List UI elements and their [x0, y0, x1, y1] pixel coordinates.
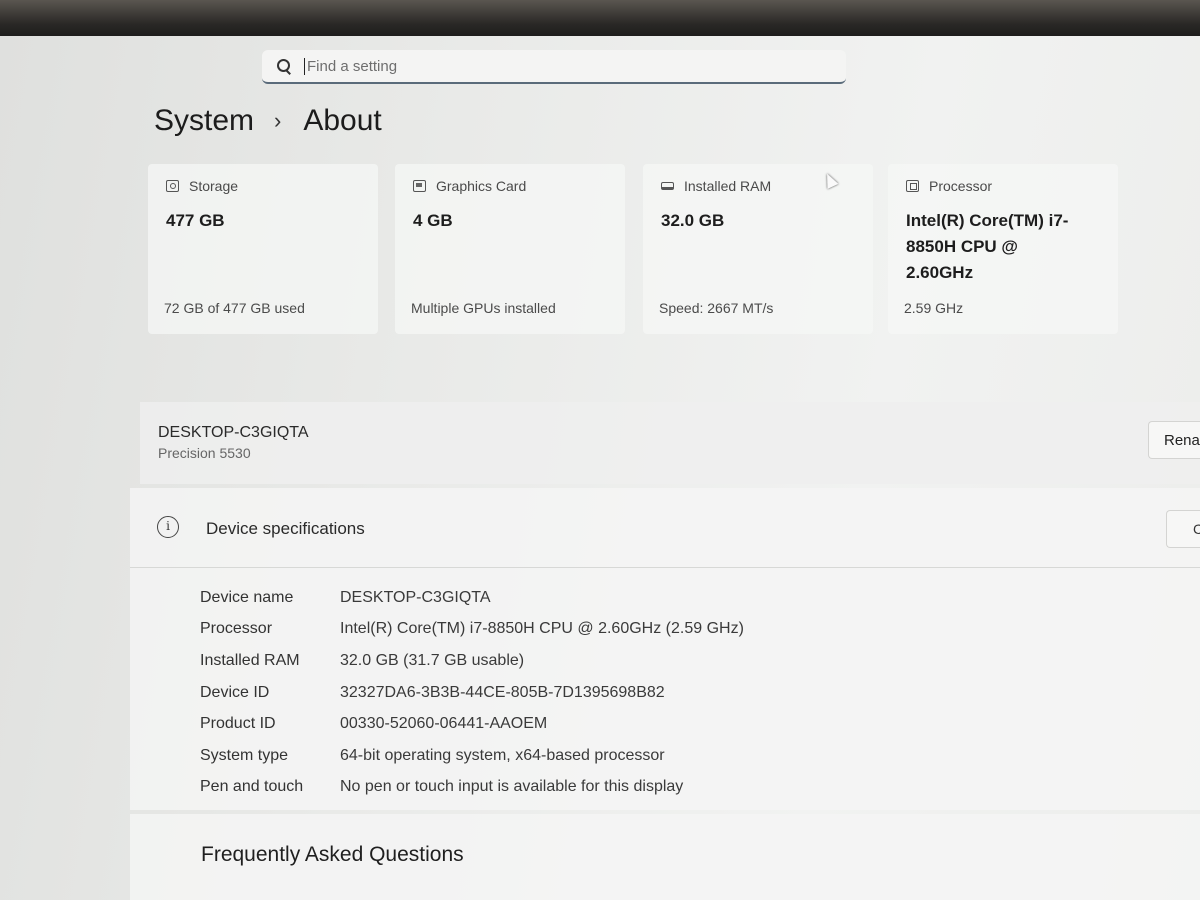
installed-ram-card[interactable]: Installed RAM 32.0 GB Speed: 2667 MT/s: [643, 164, 873, 334]
spec-row: Device name DESKTOP-C3GIQTA: [200, 582, 1160, 614]
device-specifications-panel: i Device specifications Copy Device name…: [130, 488, 1200, 810]
graphics-card-card[interactable]: Graphics Card 4 GB Multiple GPUs install…: [395, 164, 625, 334]
spec-label: Device ID: [200, 683, 270, 701]
spec-summary-cards: Storage 477 GB 72 GB of 477 GB used Grap…: [148, 164, 1128, 334]
copy-button[interactable]: Copy: [1166, 510, 1200, 548]
search-input[interactable]: [304, 57, 804, 75]
spec-value: 32.0 GB (31.7 GB usable): [340, 651, 525, 669]
spec-value: 64-bit operating system, x64-based proce…: [340, 746, 665, 764]
spec-list: Device name DESKTOP-C3GIQTA Processor In…: [200, 582, 1160, 803]
processor-icon: [906, 180, 919, 192]
spec-label: Installed RAM: [200, 651, 300, 669]
spec-row: Product ID 00330-52060-06441-AAOEM: [200, 708, 1160, 740]
card-title: Storage: [189, 178, 239, 194]
card-value: 4 GB: [413, 211, 453, 230]
search-icon: [276, 58, 292, 74]
storage-icon: [166, 180, 179, 192]
ram-icon: [661, 182, 674, 190]
device-specifications-header[interactable]: i Device specifications Copy: [130, 488, 1200, 568]
spec-label: Product ID: [200, 715, 276, 733]
card-header: Storage: [166, 178, 238, 194]
spec-value: 00330-52060-06441-AAOEM: [340, 715, 548, 733]
card-title: Processor: [929, 178, 993, 194]
spec-label: Processor: [200, 620, 273, 638]
card-header: Installed RAM: [661, 178, 771, 194]
faq-title: Frequently Asked Questions: [201, 843, 464, 866]
spec-value: DESKTOP-C3GIQTA: [340, 588, 491, 606]
search-box[interactable]: [262, 50, 846, 84]
breadcrumb-system[interactable]: System: [154, 104, 254, 138]
card-subtext: 2.59 GHz: [904, 300, 964, 316]
card-title: Graphics Card: [436, 178, 527, 194]
spec-value: 32327DA6-3B3B-44CE-805B-7D1395698B82: [340, 683, 665, 701]
device-model: Precision 5530: [158, 445, 251, 461]
device-name: DESKTOP-C3GIQTA: [158, 424, 309, 441]
device-name-bar: DESKTOP-C3GIQTA Precision 5530 Rename th…: [140, 402, 1200, 484]
storage-card[interactable]: Storage 477 GB 72 GB of 477 GB used: [148, 164, 378, 334]
card-subtext: 72 GB of 477 GB used: [164, 300, 305, 316]
spec-row: Device ID 32327DA6-3B3B-44CE-805B-7D1395…: [200, 677, 1160, 709]
faq-panel: Frequently Asked Questions: [130, 814, 1200, 900]
page-title: About: [303, 104, 382, 137]
card-value: Intel(R) Core(TM) i7-8850H CPU @ 2.60GHz: [906, 211, 1069, 282]
spec-row: Installed RAM 32.0 GB (31.7 GB usable): [200, 645, 1160, 677]
spec-label: Device name: [200, 588, 294, 606]
spec-label: Pen and touch: [200, 778, 304, 796]
card-header: Graphics Card: [413, 178, 526, 194]
spec-row: System type 64-bit operating system, x64…: [200, 740, 1160, 772]
spec-value: No pen or touch input is available for t…: [340, 778, 684, 796]
spec-label: System type: [200, 746, 289, 764]
card-value: 477 GB: [166, 211, 225, 230]
processor-card[interactable]: Processor Intel(R) Core(TM) i7-8850H CPU…: [888, 164, 1118, 334]
rename-pc-button[interactable]: Rename this PC: [1148, 421, 1200, 459]
spec-row: Processor Intel(R) Core(TM) i7-8850H CPU…: [200, 614, 1160, 646]
breadcrumb: System › About: [154, 104, 382, 138]
device-specifications-title: Device specifications: [206, 519, 365, 538]
info-icon: i: [157, 516, 179, 538]
card-header: Processor: [906, 178, 992, 194]
graphics-card-icon: [413, 180, 426, 192]
card-subtext: Speed: 2667 MT/s: [659, 300, 774, 316]
chevron-right-icon: ›: [274, 108, 282, 133]
card-value: 32.0 GB: [661, 211, 725, 230]
card-title: Installed RAM: [684, 178, 772, 194]
spec-row: Pen and touch No pen or touch input is a…: [200, 772, 1160, 804]
card-subtext: Multiple GPUs installed: [411, 300, 556, 316]
spec-value: Intel(R) Core(TM) i7-8850H CPU @ 2.60GHz…: [340, 620, 744, 638]
settings-window: System › About Storage 477 GB 72 GB of 4…: [0, 36, 1200, 900]
monitor-bezel: [0, 0, 1200, 40]
